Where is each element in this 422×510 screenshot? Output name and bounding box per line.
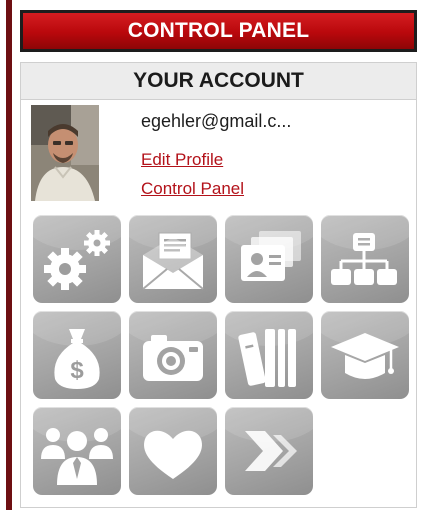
people-tile[interactable] — [33, 407, 121, 495]
camera-tile[interactable] — [129, 311, 217, 399]
settings-tile[interactable] — [33, 215, 121, 303]
control-panel-header: CONTROL PANEL — [20, 10, 417, 52]
forward-tile[interactable] — [225, 407, 313, 495]
graduation-cap-icon — [331, 333, 399, 379]
mail-tile[interactable] — [129, 215, 217, 303]
header-title: CONTROL PANEL — [127, 19, 310, 42]
cards-tile[interactable] — [225, 215, 313, 303]
avatar-photo — [31, 105, 99, 201]
account-email: egehler@gmail.c... — [141, 111, 292, 131]
money-bag-icon: $ — [54, 329, 100, 389]
money-tile[interactable]: $ — [33, 311, 121, 399]
heart-icon — [144, 430, 202, 479]
control-panel-link[interactable]: Control Panel — [141, 179, 244, 199]
org-chart-icon — [331, 233, 397, 285]
favorites-tile[interactable] — [129, 407, 217, 495]
people-group-icon — [41, 428, 113, 485]
settings-gears-icon — [44, 230, 110, 290]
books-icon — [238, 329, 296, 387]
section-title: YOUR ACCOUNT — [133, 69, 304, 92]
account-panel: YOUR ACCOUNT egehler@gmail.c... Edit Pro… — [20, 62, 417, 508]
books-tile[interactable] — [225, 311, 313, 399]
forward-arrow-icon — [245, 431, 297, 471]
avatar[interactable] — [31, 105, 99, 201]
svg-text:$: $ — [70, 357, 84, 384]
org-chart-tile[interactable] — [321, 215, 409, 303]
envelope-mail-icon — [142, 232, 204, 290]
edit-profile-link[interactable]: Edit Profile — [141, 150, 223, 170]
section-title-bar: YOUR ACCOUNT — [21, 63, 416, 100]
id-cards-icon — [241, 231, 301, 281]
camera-icon — [143, 335, 203, 381]
control-panel-widget: CONTROL PANEL YOUR ACCOUNT egehler@gmail… — [0, 0, 422, 510]
education-tile[interactable] — [321, 311, 409, 399]
left-border-rule — [6, 0, 12, 510]
